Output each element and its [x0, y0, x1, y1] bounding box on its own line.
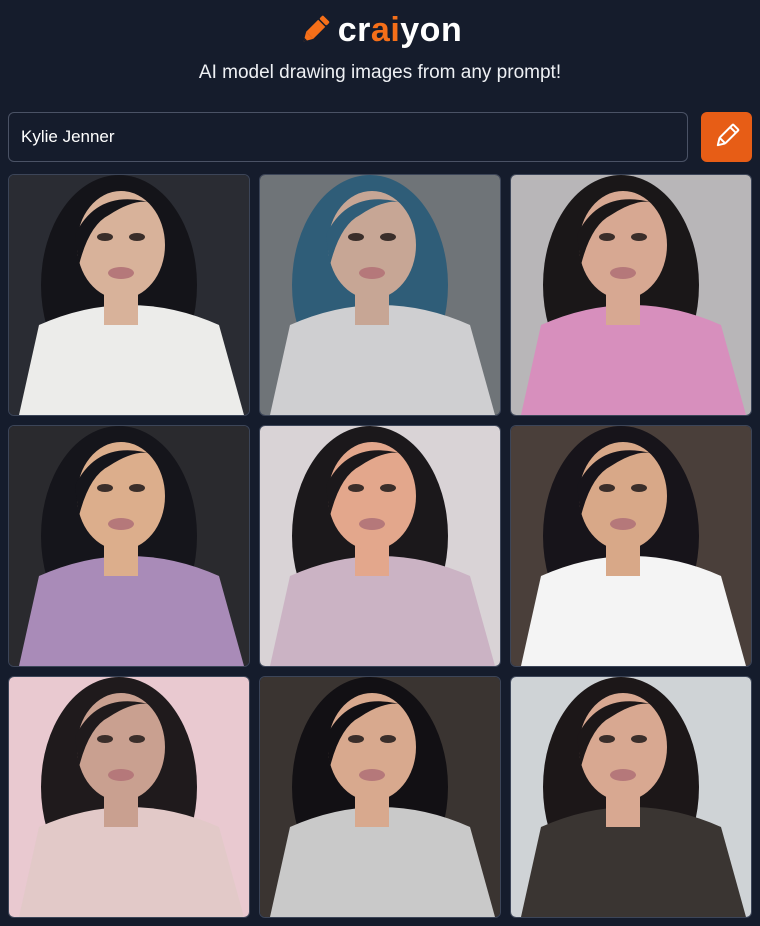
generated-image[interactable] [8, 174, 250, 416]
prompt-input[interactable] [8, 112, 688, 162]
generated-image[interactable] [510, 425, 752, 667]
logo-wordmark: craiyon [338, 8, 462, 52]
generated-image[interactable] [8, 425, 250, 667]
results-grid [8, 174, 752, 918]
logo-accent: ai [370, 11, 401, 49]
generated-image[interactable] [8, 676, 250, 918]
generated-image[interactable] [259, 676, 501, 918]
prompt-bar [8, 112, 752, 162]
pencil-icon [298, 13, 332, 47]
generated-image[interactable] [259, 174, 501, 416]
tagline: AI model drawing images from any prompt! [198, 62, 562, 83]
generated-image[interactable] [510, 174, 752, 416]
logo[interactable]: craiyon [0, 8, 760, 52]
pencil-icon [713, 122, 741, 153]
header: craiyon AI model drawing images from any… [0, 0, 760, 110]
generated-image[interactable] [510, 676, 752, 918]
logo-suffix: yon [400, 11, 463, 49]
draw-button[interactable] [701, 112, 752, 162]
generated-image[interactable] [259, 425, 501, 667]
logo-prefix: cr [337, 11, 371, 49]
